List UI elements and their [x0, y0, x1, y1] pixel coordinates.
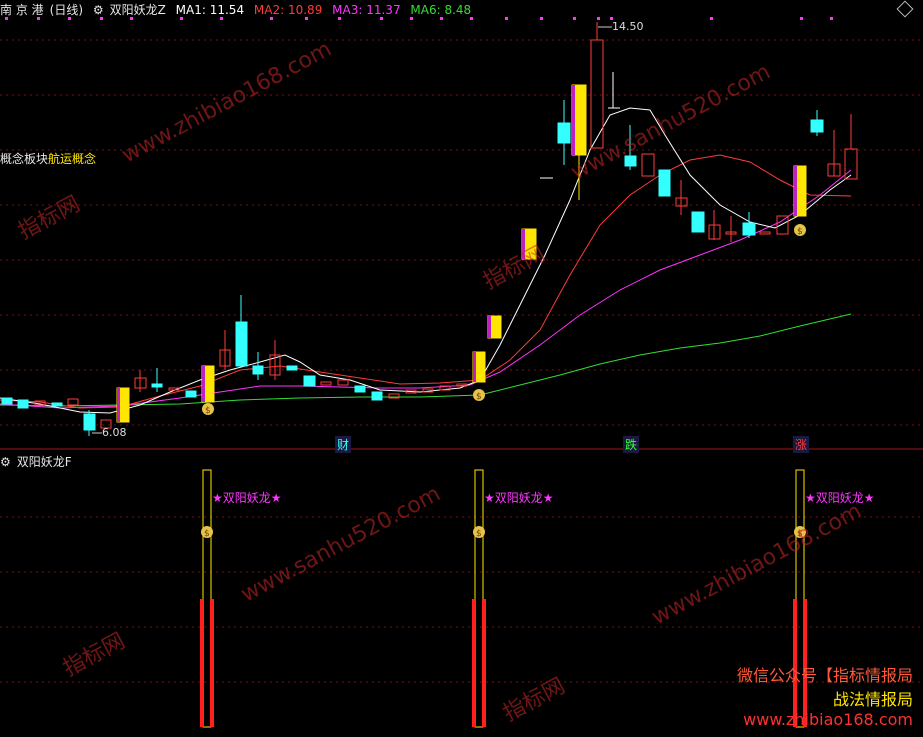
marker-zhang: 涨: [793, 436, 810, 453]
promo-text-3: www.zhibiao168.com: [743, 710, 913, 729]
low-price-label: 6.08: [102, 426, 127, 439]
svg-text:$: $: [797, 227, 803, 237]
promo-text-1: 微信公众号【指标情报局: [736, 666, 913, 685]
indicator-pane[interactable]: $ $ $ ⚙ 双阳妖龙F ★双阳妖龙★ ★双阳妖龙★ ★双阳妖龙★ www.sa…: [0, 452, 923, 737]
ma1-value: MA1: 11.54: [175, 3, 245, 17]
indicator-svg: $ $ $: [0, 469, 923, 728]
signal-label-2: ★双阳妖龙★: [484, 491, 554, 505]
signal-label-3: ★双阳妖龙★: [805, 491, 875, 505]
svg-text:$: $: [204, 529, 210, 539]
main-chart-pane[interactable]: $ $ $ 南 京 港 (日线) ⚙ 双阳妖龙Z MA1: 11.54 MA2: 1…: [0, 0, 923, 453]
svg-text:$: $: [205, 406, 211, 416]
indicator-name[interactable]: 双阳妖龙Z: [110, 3, 166, 17]
grid-lines: [0, 39, 923, 426]
ma3-value: MA3: 11.37: [332, 3, 401, 17]
indicator-title[interactable]: 双阳妖龙F: [17, 455, 72, 469]
svg-text:$: $: [476, 529, 482, 539]
main-chart-svg: $ $ $: [0, 17, 923, 450]
ma6-value: MA6: 8.48: [410, 3, 472, 17]
moneybag-icons-top: $ $ $: [202, 224, 806, 416]
period-label[interactable]: (日线): [50, 3, 83, 17]
chart-header: 南 京 港 (日线) ⚙ 双阳妖龙Z MA1: 11.54 MA2: 10.89 M…: [0, 0, 477, 20]
marker-die: 跌: [623, 436, 640, 453]
promo-line-1: 微信公众号【指标情报局: [737, 662, 913, 686]
promo-text-2: 战法情报局: [832, 690, 913, 709]
concept-value: 航运概念: [48, 152, 97, 166]
signal-bars: [200, 469, 807, 728]
indicator-header: ⚙ 双阳妖龙F: [0, 452, 78, 472]
moneybag-icons-bottom: $ $ $: [201, 526, 806, 539]
marker-cai: 财: [335, 436, 352, 453]
promo-line-2: 战法情报局: [833, 686, 913, 710]
settings-icon[interactable]: ⚙: [93, 3, 104, 17]
promo-line-3: www.zhibiao168.com: [743, 710, 913, 729]
signal-label-1: ★双阳妖龙★: [212, 491, 282, 505]
svg-text:$: $: [797, 529, 803, 539]
ma3-line: [0, 169, 852, 409]
stock-name[interactable]: 南 京 港: [0, 3, 44, 17]
candles: [1, 22, 858, 436]
ma2-value: MA2: 10.89: [253, 3, 323, 17]
high-price-label: 14.50: [612, 20, 644, 33]
concept-label: 概念板块航运概念: [0, 150, 96, 167]
concept-prefix: 概念板块: [0, 152, 49, 166]
settings-icon[interactable]: ⚙: [0, 455, 11, 469]
svg-text:$: $: [476, 392, 482, 402]
